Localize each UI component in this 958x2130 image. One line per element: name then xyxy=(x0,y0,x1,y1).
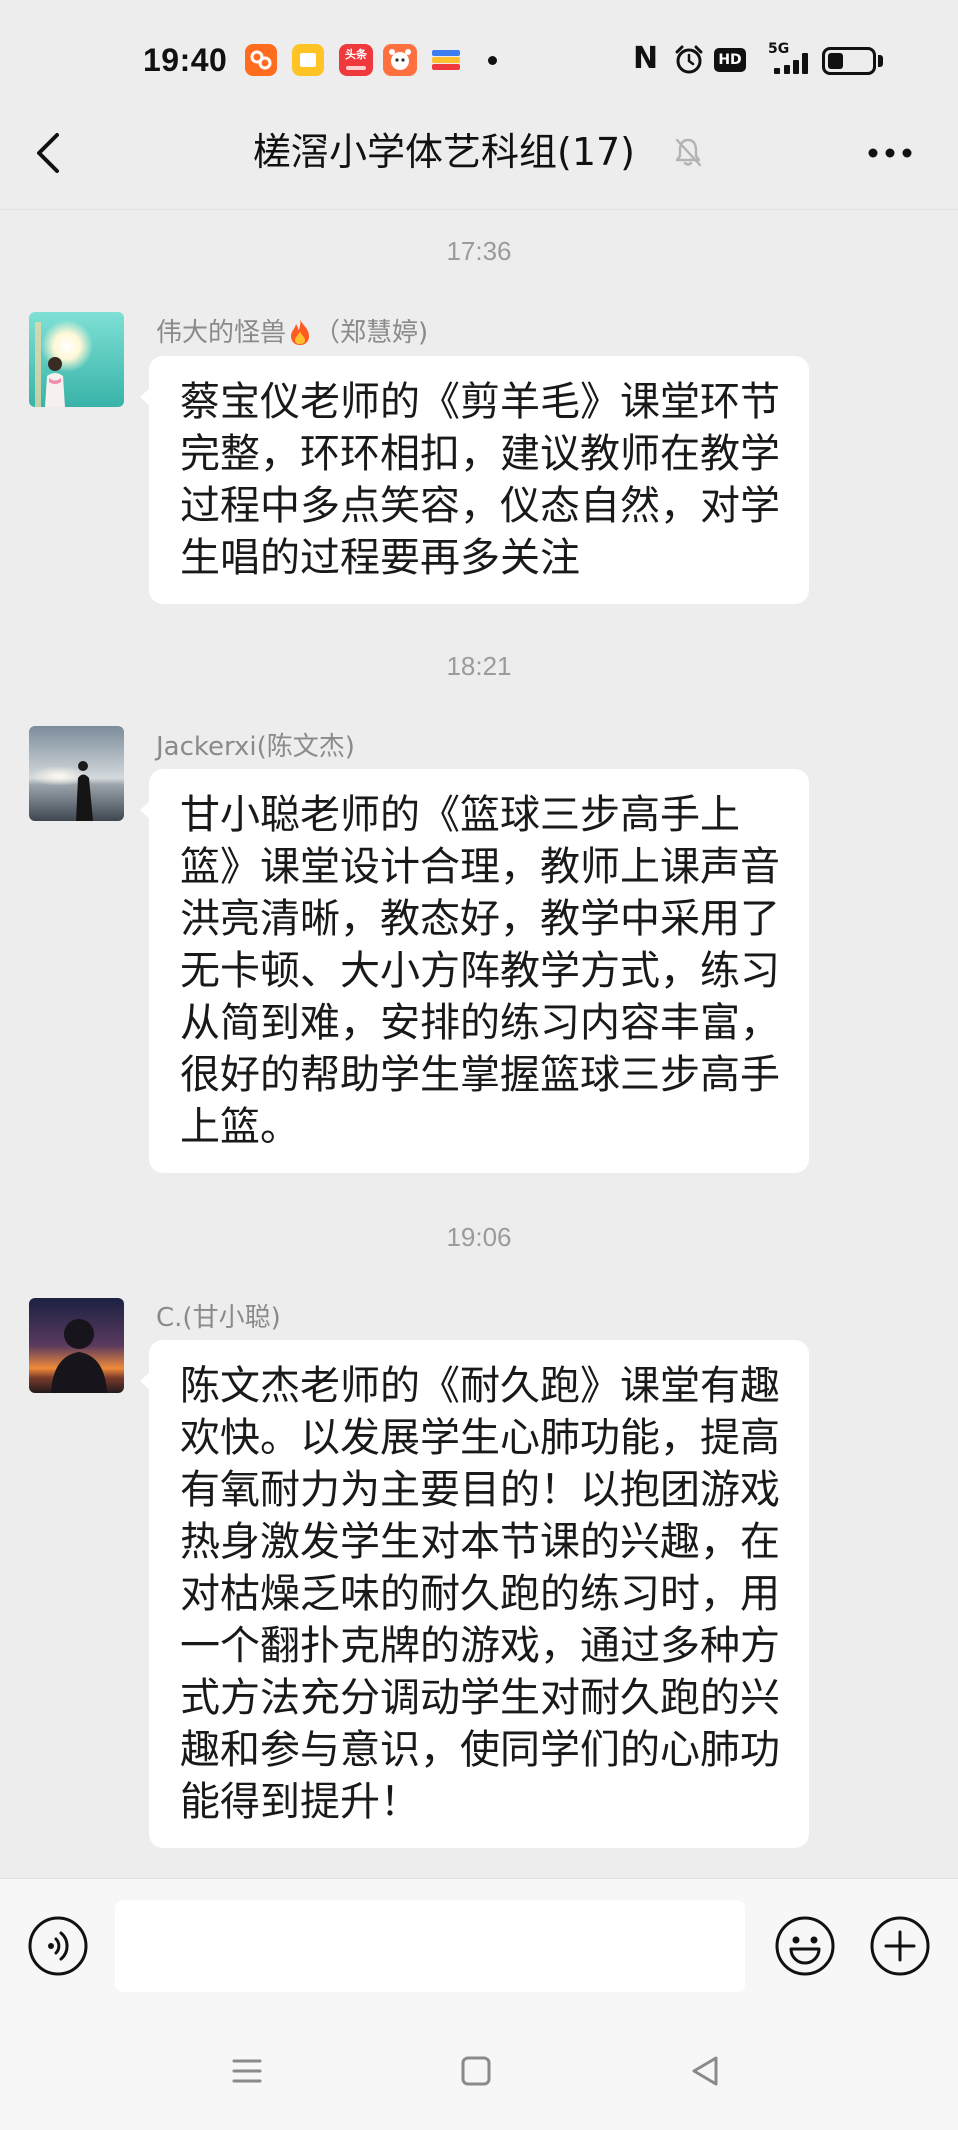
message-line: 对枯燥乏味的耐久跑的练习时，用 xyxy=(180,1571,780,1617)
message-bubble[interactable]: 甘小聪老师的《篮球三步高手上 篮》课堂设计合理，教师上课声音 洪亮清晰，教态好，… xyxy=(140,769,809,1173)
alarm-icon xyxy=(674,45,704,75)
notes-app-icon xyxy=(292,44,324,76)
message-line: 篮》课堂设计合理，教师上课声音 xyxy=(180,844,780,890)
sender-avatar[interactable] xyxy=(29,1298,124,1393)
message-line: 能得到提升！ xyxy=(180,1779,420,1825)
menu-icon[interactable] xyxy=(231,2055,263,2087)
message-input[interactable] xyxy=(115,1900,745,1992)
home-square-icon[interactable] xyxy=(460,2055,492,2087)
message-timestamp: 17:36 xyxy=(446,236,512,266)
message-line: 陈文杰老师的《耐久跑》课堂有趣 xyxy=(180,1363,780,1409)
bell-mute-icon xyxy=(672,136,704,168)
message-line: 热身激发学生对本节课的兴趣，在 xyxy=(180,1519,780,1565)
message-line: 生唱的过程要再多关注 xyxy=(180,535,580,581)
message-bubble[interactable]: 陈文杰老师的《耐久跑》课堂有趣 欢快。以发展学生心肺功能，提高 有氧耐力为主要目… xyxy=(140,1340,809,1848)
nfc-icon: N xyxy=(633,41,659,76)
header-divider xyxy=(0,209,958,210)
message-line: 甘小聪老师的《篮球三步高手上 xyxy=(180,792,740,838)
message-line: 从简到难，安排的练习内容丰富， xyxy=(180,1000,780,1046)
chat-title: 槎滘小学体艺科组(17) xyxy=(253,130,636,174)
message-timestamp: 19:06 xyxy=(446,1222,512,1252)
message-line: 有氧耐力为主要目的！以抱团游戏 xyxy=(180,1467,780,1513)
message-line: 过程中多点笑容，仪态自然，对学 xyxy=(180,483,780,529)
battery-icon xyxy=(822,47,876,75)
message-line: 式方法充分调动学生对耐久跑的兴 xyxy=(180,1675,780,1721)
toutiao-app-label: 头条 xyxy=(345,48,367,61)
toutiao-app-icon: 头条 xyxy=(339,44,373,76)
message-line: 趣和参与意识，使同学们的心肺功 xyxy=(180,1727,780,1773)
message-line: 很好的帮助学生掌握篮球三步高手 xyxy=(180,1052,780,1098)
chat-screen: 19:40 头条 N HD 5G 槎滘小学体艺科组(17) 17:36 伟大的怪… xyxy=(0,0,958,2130)
plus-icon[interactable] xyxy=(869,1915,931,1977)
sender-name: Jackerxi(陈文杰) xyxy=(156,732,355,762)
emoji-icon[interactable] xyxy=(774,1915,836,1977)
sender-remark: （郑慧婷) xyxy=(314,318,429,348)
sender-avatar[interactable] xyxy=(29,726,124,821)
sender-name: C.(甘小聪) xyxy=(156,1303,281,1333)
message-line: 欢快。以发展学生心肺功能，提高 xyxy=(180,1415,780,1461)
status-time: 19:40 xyxy=(143,42,228,78)
cartoon-app-icon xyxy=(383,44,417,76)
message-line: 上篮。 xyxy=(180,1104,300,1150)
stripes-app-icon xyxy=(432,48,460,72)
sender-nickname: 伟大的怪兽 xyxy=(156,318,287,348)
more-dots-icon[interactable] xyxy=(866,146,914,158)
sender-name: 伟大的怪兽 （郑慧婷) xyxy=(156,316,428,350)
hd-icon: HD xyxy=(714,48,746,72)
message-line: 无卡顿、大小方阵教学方式，练习 xyxy=(180,948,780,994)
more-notifications-dot-icon xyxy=(488,56,497,65)
fire-icon xyxy=(288,318,312,346)
message-line: 洪亮清晰，教态好，教学中采用了 xyxy=(180,896,780,942)
voice-icon[interactable] xyxy=(27,1915,89,1977)
back-arrow-icon[interactable] xyxy=(34,132,62,174)
sender-avatar[interactable] xyxy=(29,312,124,407)
message-line: 完整，环环相扣，建议教师在教学 xyxy=(180,431,780,477)
battery-nub xyxy=(878,55,883,67)
battery-level-fill xyxy=(828,53,843,69)
message-timestamp: 18:21 xyxy=(446,651,512,681)
message-bubble[interactable]: 蔡宝仪老师的《剪羊毛》课堂环节 完整，环环相扣，建议教师在教学 过程中多点笑容，… xyxy=(140,356,809,604)
message-line: 蔡宝仪老师的《剪羊毛》课堂环节 xyxy=(180,379,780,425)
back-triangle-icon[interactable] xyxy=(689,2054,721,2088)
signal-bars-icon xyxy=(772,48,814,76)
message-line: 一个翻扑克牌的游戏，通过多种方 xyxy=(180,1623,780,1669)
orange-app-icon xyxy=(245,44,277,76)
